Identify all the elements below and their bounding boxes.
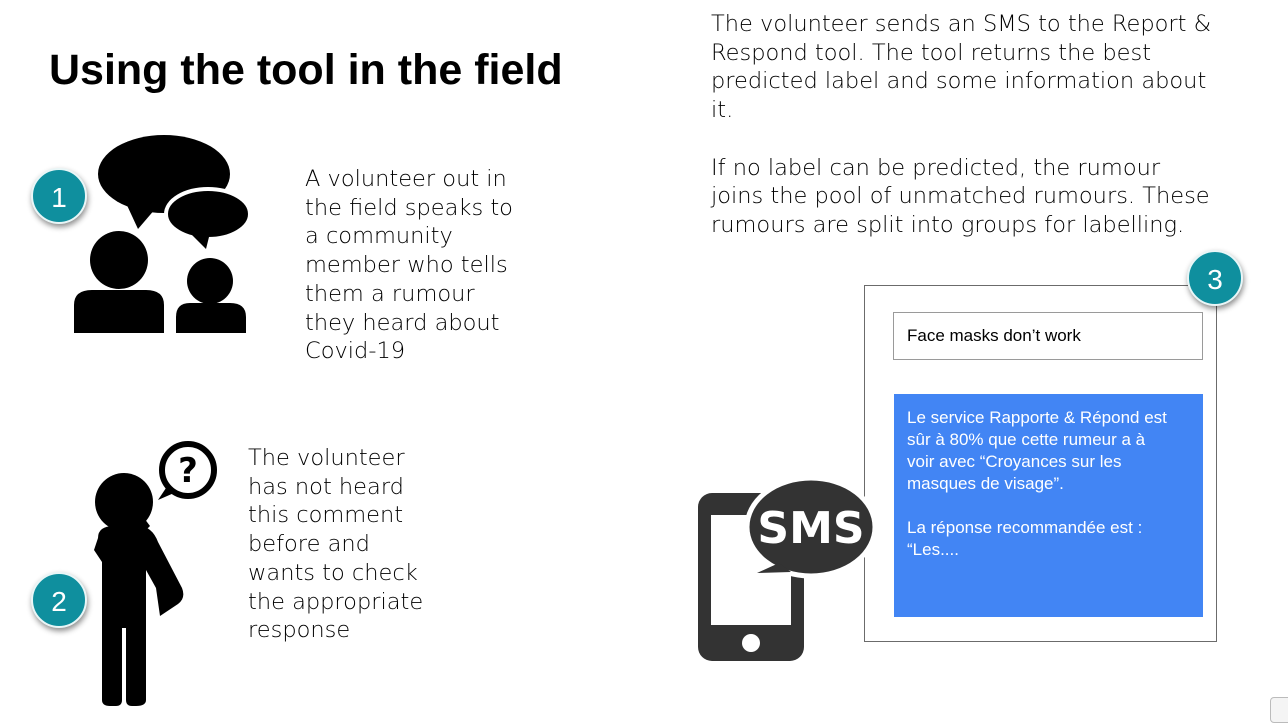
sms-phone-icon: SMS bbox=[698, 475, 877, 661]
tool-reply-message: Le service Rapporte & Répond est sûr à 8… bbox=[894, 394, 1203, 617]
resize-handle[interactable] bbox=[1270, 697, 1288, 723]
two-people-talking-icon bbox=[74, 135, 252, 333]
sms-label: SMS bbox=[757, 503, 864, 554]
slide-title: Using the tool in the field bbox=[49, 46, 563, 94]
step-2-badge: 2 bbox=[31, 572, 87, 628]
step-1-text: A volunteer out in the field speaks to a… bbox=[305, 166, 513, 365]
sms-message-box: Face masks don’t work bbox=[893, 312, 1203, 360]
step-1-badge: 1 bbox=[31, 168, 87, 224]
step-3-text: The volunteer sends an SMS to the Report… bbox=[711, 11, 1212, 238]
thinking-person-question-icon: ? bbox=[94, 441, 217, 706]
step-2-text: The volunteer has not heard this comment… bbox=[248, 445, 424, 644]
svg-text:?: ? bbox=[178, 451, 198, 491]
step-3-badge: 3 bbox=[1187, 250, 1243, 306]
